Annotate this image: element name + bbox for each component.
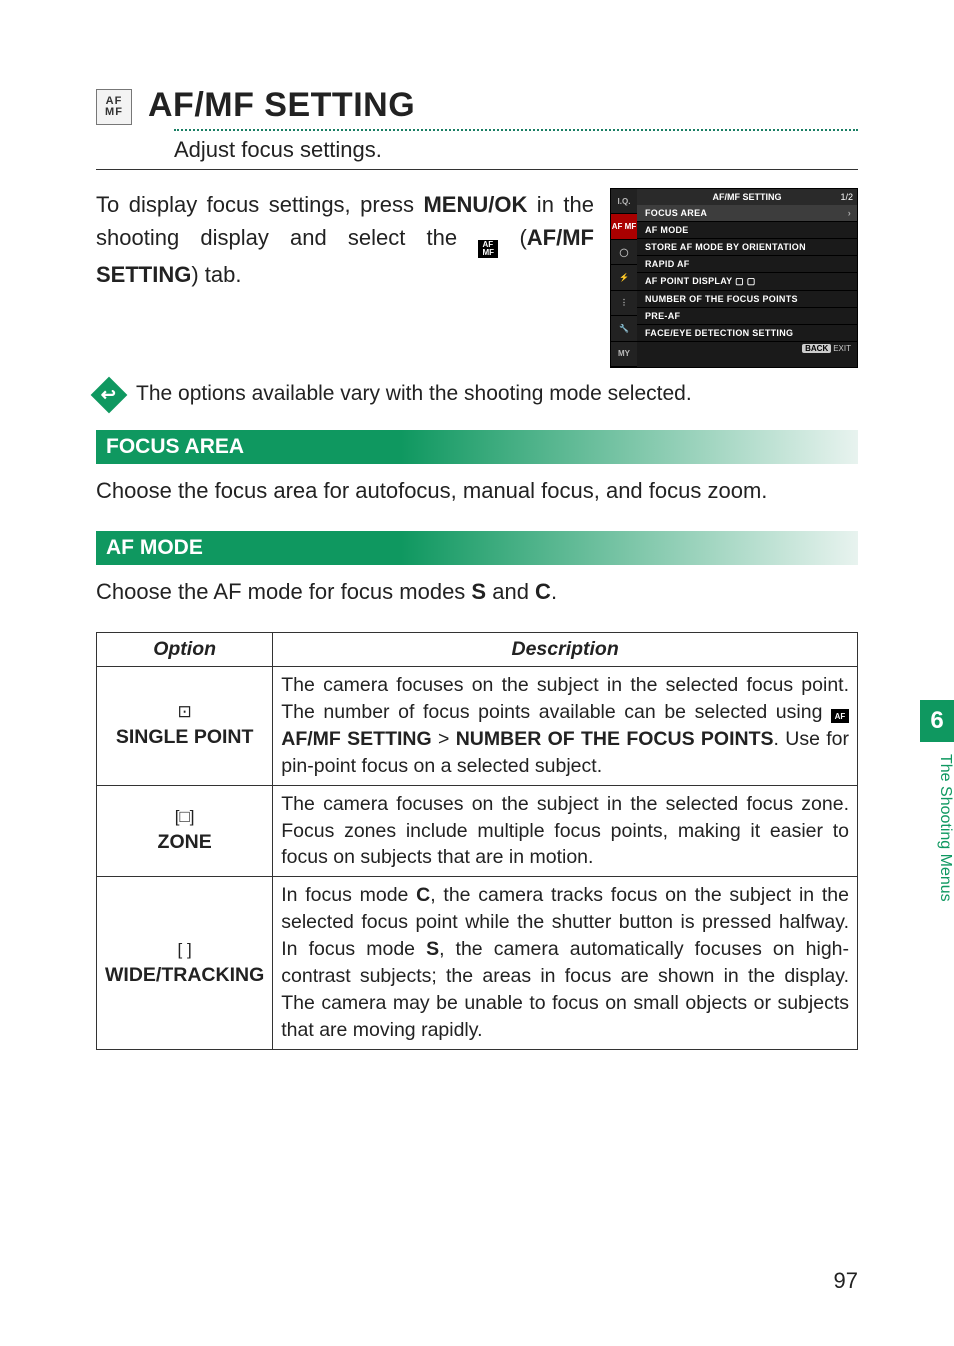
back-badge: BACK — [802, 344, 831, 353]
intro-row: To display focus settings, press MENU/OK… — [96, 188, 858, 368]
menu-item: FACE/EYE DETECTION SETTING — [637, 325, 857, 342]
opt-wide-tracking: [ ] WIDE/TRACKING — [97, 877, 273, 1049]
wide-tracking-icon: [ ] — [105, 940, 264, 960]
single-point-icon: ⊡ — [105, 702, 264, 722]
th-desc: Description — [273, 633, 858, 667]
menu-main: AF/MF SETTING 1/2 FOCUS AREA AF MODE STO… — [637, 189, 857, 367]
note-text: The options available vary with the shoo… — [136, 382, 692, 406]
menu-title: AF/MF SETTING 1/2 — [637, 189, 857, 205]
menu-item: PRE-AF — [637, 308, 857, 325]
zone-icon: [□] — [105, 807, 264, 827]
section-body-focus-area: Choose the focus area for autofocus, man… — [96, 474, 858, 507]
section-bar-focus-area: FOCUS AREA — [96, 430, 858, 464]
menu-tab: ◯ — [611, 240, 637, 265]
menu-item: NUMBER OF THE FOCUS POINTS — [637, 291, 857, 308]
table-head-row: Option Description — [97, 633, 858, 667]
opt-zone: [□] ZONE — [97, 785, 273, 877]
gt: > — [432, 728, 456, 750]
intro-part4: ) tab. — [191, 262, 241, 287]
desc-single-point: The camera focuses on the subject in the… — [273, 667, 858, 786]
table-row: ⊡ SINGLE POINT The camera focuses on the… — [97, 667, 858, 786]
desc-part: In focus mode — [281, 884, 416, 906]
af-mf-inline-icon: AFMF — [478, 240, 498, 258]
menu-tab: MY — [611, 342, 637, 367]
page-title: AF/MF SETTING — [148, 86, 415, 125]
mode-c: C — [535, 579, 551, 604]
menu-footer: BACKEXIT — [637, 342, 857, 355]
menu-item: AF MODE — [637, 222, 857, 239]
divider — [96, 169, 858, 170]
mode-s: S — [471, 579, 486, 604]
af-mf-inline-icon: AF — [831, 709, 849, 723]
dotted-rule — [174, 129, 858, 131]
afmode-post: . — [551, 579, 557, 604]
page-subtitle: Adjust focus settings. — [174, 137, 858, 163]
opt-name: ZONE — [158, 831, 212, 853]
menu-ok-label: MENU/OK — [423, 192, 527, 217]
table-row: [ ] WIDE/TRACKING In focus mode C, the c… — [97, 877, 858, 1049]
afmode-mid: and — [486, 579, 535, 604]
af-mf-icon: AFMF — [96, 89, 132, 125]
page-header: AFMF AF/MF SETTING — [96, 86, 858, 125]
page-number: 97 — [834, 1268, 858, 1294]
th-option: Option — [97, 633, 273, 667]
menu-tab: 🔧 — [611, 316, 637, 341]
intro-text: To display focus settings, press MENU/OK… — [96, 188, 594, 368]
note-icon: ↩ — [91, 377, 128, 414]
menu-page-indicator: 1/2 — [840, 192, 853, 202]
mode-s: S — [426, 938, 439, 960]
menu-item: AF POINT DISPLAY ▢ ▢ — [637, 273, 857, 291]
menu-tab-active: AF MF — [611, 214, 637, 239]
afmode-pre: Choose the AF mode for focus modes — [96, 579, 471, 604]
path1: AF/MF SETTING — [281, 728, 431, 750]
menu-item: STORE AF MODE BY ORIENTATION — [637, 239, 857, 256]
menu-tab: I.Q. — [611, 189, 637, 214]
opt-name: SINGLE POINT — [116, 726, 254, 748]
mode-c: C — [416, 884, 430, 906]
chapter-label: The Shooting Menus — [920, 742, 954, 902]
exit-label: EXIT — [833, 344, 851, 353]
af-mode-table: Option Description ⊡ SINGLE POINT The ca… — [96, 632, 858, 1050]
menu-item-selected: FOCUS AREA — [637, 205, 857, 222]
intro-part3: ( — [498, 225, 527, 250]
opt-name: WIDE/TRACKING — [105, 964, 264, 986]
table-row: [□] ZONE The camera focuses on the subje… — [97, 785, 858, 877]
section-bar-af-mode: AF MODE — [96, 531, 858, 565]
desc-zone: The camera focuses on the subject in the… — [273, 785, 858, 877]
intro-part1: To display focus settings, press — [96, 192, 423, 217]
opt-single-point: ⊡ SINGLE POINT — [97, 667, 273, 786]
note-row: ↩ The options available vary with the sh… — [96, 382, 858, 408]
menu-screenshot: I.Q. AF MF ◯ ⚡ ⋮ 🔧 MY AF/MF SETTING 1/2 … — [610, 188, 858, 368]
menu-item: RAPID AF — [637, 256, 857, 273]
menu-tab: ⚡ — [611, 265, 637, 290]
menu-title-text: AF/MF SETTING — [713, 192, 782, 202]
chapter-number: 6 — [920, 700, 954, 742]
desc-wide-tracking: In focus mode C, the camera tracks focus… — [273, 877, 858, 1049]
menu-tab: ⋮ — [611, 291, 637, 316]
path2: NUMBER OF THE FOCUS POINTS — [456, 728, 774, 750]
section-body-af-mode: Choose the AF mode for focus modes S and… — [96, 575, 858, 608]
side-tab: 6 The Shooting Menus — [920, 700, 954, 902]
menu-tab-strip: I.Q. AF MF ◯ ⚡ ⋮ 🔧 MY — [611, 189, 637, 367]
desc-part: The camera focuses on the subject in the… — [281, 674, 849, 723]
